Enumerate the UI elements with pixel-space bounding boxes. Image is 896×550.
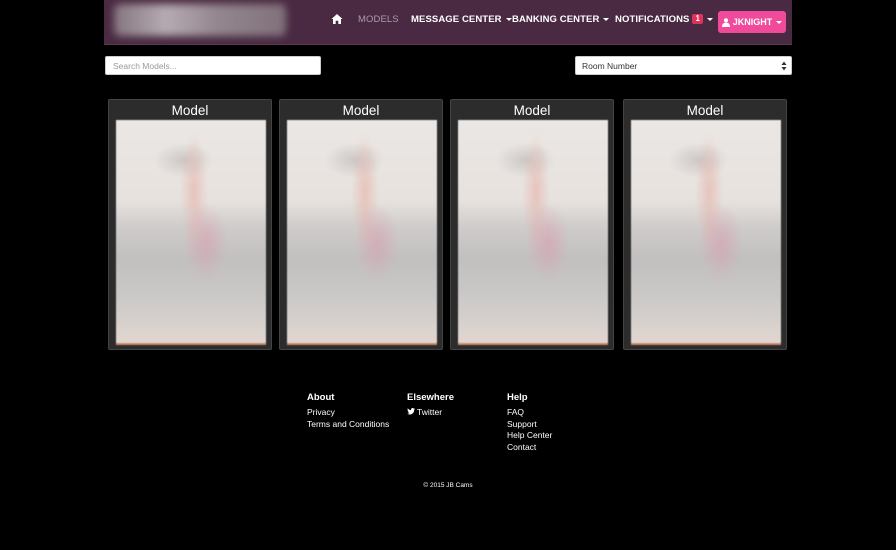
sort-select[interactable]: Room Number [575, 56, 792, 75]
nav-notifications-label: NOTIFICATIONS [615, 14, 690, 25]
model-card-title: Model [513, 103, 551, 118]
nav-message-center[interactable]: MESSAGE CENTER [411, 14, 512, 25]
footer-help: Help FAQ Support Help Center Contact [507, 392, 552, 454]
search-models-input[interactable] [105, 56, 321, 75]
home-icon[interactable] [331, 13, 343, 25]
model-photo[interactable] [116, 120, 266, 345]
model-photo[interactable] [631, 120, 781, 345]
footer-elsewhere-heading: Elsewhere [407, 392, 454, 403]
user-icon [721, 17, 730, 27]
model-card-title: Model [686, 103, 724, 118]
footer-link-twitter-label: Twitter [417, 407, 443, 417]
footer-link-privacy[interactable]: Privacy [307, 407, 389, 419]
nav-menu: MODELS MESSAGE CENTER BANKING CENTER NOT… [104, 0, 792, 44]
model-card[interactable]: Model [623, 99, 787, 350]
footer-link-faq[interactable]: FAQ [507, 407, 552, 419]
footer-link-terms[interactable]: Terms and Conditions [307, 419, 389, 431]
chevron-down-icon [776, 20, 783, 24]
footer-link-support[interactable]: Support [507, 419, 552, 431]
chevron-down-icon [603, 17, 610, 21]
nav-notifications[interactable]: NOTIFICATIONS 1 [615, 14, 714, 25]
twitter-icon [407, 408, 415, 415]
notifications-count-badge: 1 [692, 14, 704, 25]
top-navbar: MODELS MESSAGE CENTER BANKING CENTER NOT… [104, 0, 792, 45]
model-photo[interactable] [287, 120, 437, 345]
model-card[interactable]: Model [108, 99, 272, 350]
footer-about-heading: About [307, 392, 335, 403]
footer-help-heading: Help [507, 392, 528, 403]
model-card-title: Model [342, 103, 380, 118]
user-menu-label: JKNIGHT [732, 17, 773, 27]
footer-elsewhere: Elsewhere Twitter [407, 392, 454, 419]
footer-copyright: © 2015 JB Cams [423, 482, 473, 489]
user-menu-button[interactable]: JKNIGHT [718, 11, 786, 33]
sort-select-value: Room Number [582, 60, 638, 71]
footer-about: About Privacy Terms and Conditions [307, 392, 389, 430]
nav-banking-center[interactable]: BANKING CENTER [512, 14, 610, 25]
nav-models[interactable]: MODELS [358, 14, 399, 25]
chevron-down-icon [505, 17, 512, 21]
footer-link-contact[interactable]: Contact [507, 442, 552, 454]
model-card[interactable]: Model [450, 99, 614, 350]
chevron-down-icon [707, 17, 714, 21]
model-card-title: Model [171, 103, 209, 118]
footer-link-twitter[interactable]: Twitter [407, 407, 454, 419]
nav-banking-center-label: BANKING CENTER [512, 14, 600, 25]
model-photo[interactable] [458, 120, 608, 345]
model-card[interactable]: Model [279, 99, 443, 350]
nav-message-center-label: MESSAGE CENTER [411, 14, 502, 25]
select-arrows-icon [781, 61, 787, 71]
footer-link-help-center[interactable]: Help Center [507, 430, 552, 442]
